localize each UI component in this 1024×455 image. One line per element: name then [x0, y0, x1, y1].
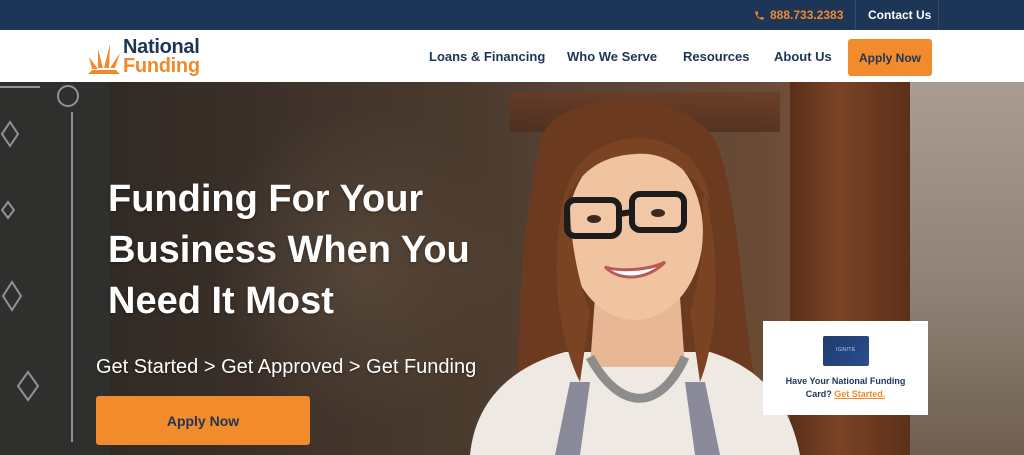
card-promo-box: IGNITE Have Your National Funding Card? …: [763, 321, 928, 415]
hero-title: Funding For Your Business When You Need …: [108, 174, 548, 327]
topbar-divider: [855, 0, 856, 30]
nav-about-us[interactable]: About Us: [774, 30, 832, 82]
sunburst-icon: [88, 44, 120, 74]
hero-steps-text: Get Started > Get Approved > Get Funding: [96, 356, 477, 378]
hero-title-line: Need It Most: [108, 280, 334, 322]
topbar-divider: [938, 0, 939, 30]
funding-card-image: IGNITE: [823, 336, 869, 366]
nav-loans-financing[interactable]: Loans & Financing: [429, 30, 545, 82]
national-funding-logo[interactable]: National Funding: [86, 35, 226, 77]
contact-us-link[interactable]: Contact Us: [868, 0, 931, 30]
hero-title-line: Business When You: [108, 229, 470, 271]
hero-apply-now-button[interactable]: Apply Now: [96, 396, 310, 445]
card-promo-line1: Have Your National Funding: [785, 376, 906, 386]
card-promo-line2: Card?: [805, 389, 832, 399]
card-get-started-link[interactable]: Get Started.: [834, 389, 885, 399]
phone-icon: [755, 10, 764, 20]
phone-number: 888.733.2383: [770, 8, 844, 22]
nav-resources[interactable]: Resources: [683, 30, 749, 82]
top-utility-bar: 888.733.2383 Contact Us: [0, 0, 1024, 30]
nav-who-we-serve[interactable]: Who We Serve: [567, 30, 657, 82]
hero-chalkboard-background: [0, 82, 110, 455]
main-navbar: National Funding Loans & Financing Who W…: [0, 30, 1024, 82]
phone-link[interactable]: 888.733.2383: [754, 0, 843, 30]
card-promo-text: Have Your National Funding Card? Get Sta…: [771, 375, 920, 401]
logo-line2: Funding: [123, 55, 200, 77]
card-brand-text: IGNITE: [836, 347, 856, 353]
hero-title-line: Funding For Your: [108, 178, 424, 220]
nav-apply-now-button[interactable]: Apply Now: [848, 39, 932, 76]
chalk-doodles: [0, 85, 79, 442]
